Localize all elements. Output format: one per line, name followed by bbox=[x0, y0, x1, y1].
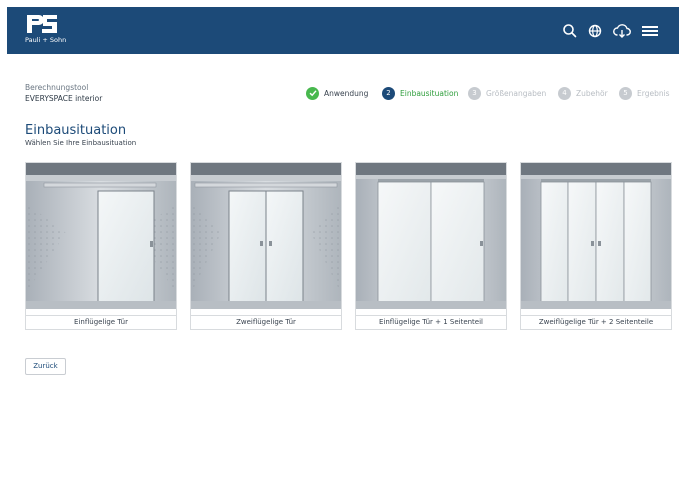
brand-logo[interactable]: Pauli + Sohn bbox=[25, 13, 67, 49]
cloud-download-icon[interactable] bbox=[612, 22, 631, 40]
option-label: Zweiflügelige Tür + 2 Seitenteile bbox=[521, 315, 671, 329]
tool-product: EVERYSPACE interior bbox=[25, 94, 103, 103]
step-label: Zubehör bbox=[576, 88, 608, 98]
search-icon[interactable] bbox=[561, 22, 579, 40]
step-einbausituation[interactable]: 2 Einbausituation bbox=[382, 85, 458, 101]
step-zubehoer: 4 Zubehör bbox=[558, 85, 608, 101]
step-label: Ergebnis bbox=[637, 88, 670, 98]
option-label: Zweiflügelige Tür bbox=[191, 315, 341, 329]
step-number: 3 bbox=[468, 86, 481, 100]
menu-icon[interactable] bbox=[640, 22, 660, 40]
step-groessenangaben: 3 Größenangaben bbox=[468, 85, 546, 101]
option-card-double-door-two-side-panels[interactable]: Zweiflügelige Tür + 2 Seitenteile bbox=[520, 162, 672, 330]
option-image-single-door-side-panel bbox=[356, 163, 506, 309]
ps-logo-mark-icon bbox=[27, 15, 57, 33]
option-label: Einflügelige Tür + 1 Seitenteil bbox=[356, 315, 506, 329]
step-label: Anwendung bbox=[324, 88, 369, 98]
app-frame: Pauli + Sohn Berechnungstool EVERYSPACE … bbox=[7, 7, 679, 479]
option-card-single-door-side-panel[interactable]: Einflügelige Tür + 1 Seitenteil bbox=[355, 162, 507, 330]
step-label: Einbausituation bbox=[400, 88, 459, 98]
back-button[interactable]: Zurück bbox=[25, 358, 66, 375]
option-image-double-door-two-side-panels bbox=[521, 163, 671, 309]
option-card-single-door[interactable]: Einflügelige Tür bbox=[25, 162, 177, 330]
globe-icon[interactable] bbox=[586, 22, 604, 40]
step-number: 5 bbox=[619, 86, 632, 100]
brand-name: Pauli + Sohn bbox=[25, 36, 67, 44]
option-card-double-door[interactable]: Zweiflügelige Tür bbox=[190, 162, 342, 330]
step-ergebnis: 5 Ergebnis bbox=[619, 85, 670, 101]
page-title: Einbausituation bbox=[25, 123, 127, 138]
checkmark-icon bbox=[306, 86, 319, 100]
step-label: Größenangaben bbox=[486, 88, 547, 98]
option-image-single-door bbox=[26, 163, 176, 309]
top-navigation-bar: Pauli + Sohn bbox=[7, 7, 679, 54]
step-anwendung[interactable]: Anwendung bbox=[306, 85, 368, 101]
page-subtitle: Wählen Sie Ihre Einbausituation bbox=[25, 139, 137, 147]
option-image-double-door bbox=[191, 163, 341, 309]
option-label: Einflügelige Tür bbox=[26, 315, 176, 329]
step-number: 2 bbox=[382, 86, 395, 100]
tool-name: Berechnungstool bbox=[25, 83, 89, 92]
step-number: 4 bbox=[558, 86, 571, 100]
